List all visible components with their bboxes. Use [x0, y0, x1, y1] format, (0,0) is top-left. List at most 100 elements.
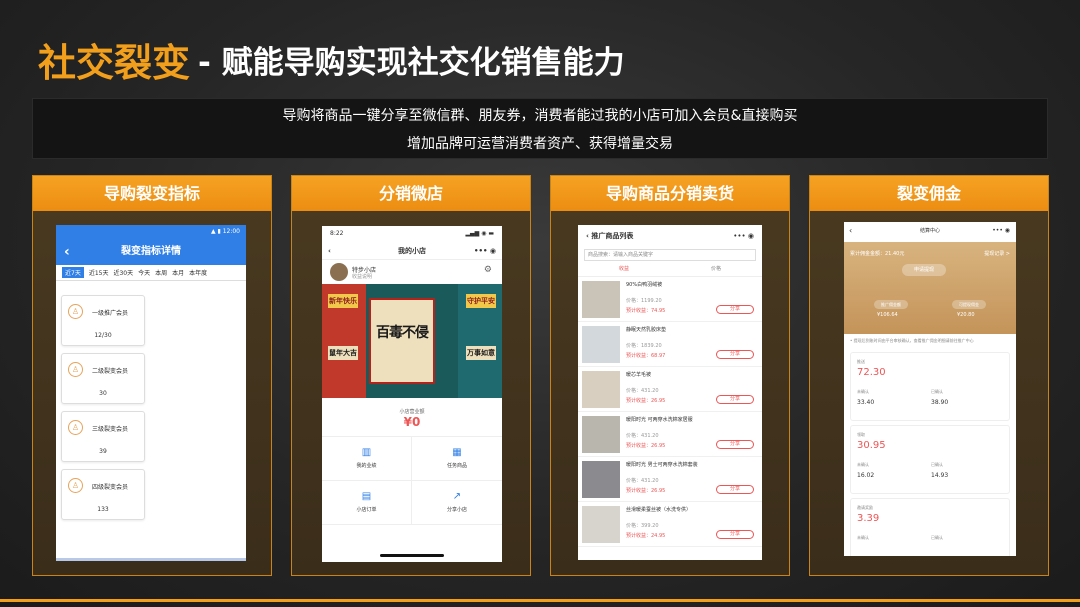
card-caption: 领取 — [857, 432, 865, 437]
metric-card[interactable]: ♙ 二级裂变会员 30 — [61, 353, 145, 404]
tab-earnings[interactable]: 收益 — [578, 261, 670, 276]
product-price: 价格：431.20 — [626, 388, 659, 394]
list-item[interactable]: 90%白鸭羽绒被 价格：1199.20 预计收益：74.95 分享 — [578, 277, 762, 322]
slide-title: 社交裂变 - 赋能导购实现社交化销售能力 — [38, 34, 625, 85]
product-image — [582, 281, 620, 318]
menu-share-shop[interactable]: ↗ 分享小店 — [412, 481, 502, 525]
tab-price[interactable]: 价格 — [670, 261, 762, 276]
page-header: ‹ 结算中心 ••• ◉ — [844, 222, 1016, 242]
panel-header: 分销微店 — [292, 176, 530, 211]
balance-label: 小店营业额 — [399, 409, 425, 415]
menu-task-goods[interactable]: ▦ 任务商品 — [412, 437, 502, 481]
metric-label: 四级裂变会员 — [92, 484, 129, 491]
metric-label: 一级推广会员 — [92, 310, 129, 317]
page-title: 推广商品列表 — [591, 232, 634, 240]
back-icon[interactable]: ‹ — [64, 239, 70, 265]
list-item[interactable]: 暖阳时光 可两穿水洗棉家居服 价格：431.20 预计收益：26.95 分享 — [578, 412, 762, 457]
search-input[interactable]: 商品搜索：请输入商品关键字 — [584, 249, 756, 261]
card-col2-value: 38.90 — [931, 399, 949, 406]
goods-icon: ▦ — [452, 447, 462, 458]
back-icon[interactable]: ‹ — [849, 222, 852, 240]
tab-week[interactable]: 本周 — [155, 268, 167, 277]
withdrawable-pill: 可提现佣金 — [952, 300, 986, 309]
metric-card[interactable]: ♙ 四级裂变会员 133 — [61, 469, 145, 520]
card-col1-label: 未确认 — [857, 462, 869, 467]
tab-15days[interactable]: 近15天 — [89, 268, 109, 277]
card-amount: 30.95 — [857, 440, 886, 451]
description-line1: 导购将商品一键分享至微信群、朋友券，消费者能过我的小店可加入会员&直接购买 — [282, 108, 798, 124]
list-item[interactable]: 暖芯羊毛被 价格：431.20 预计收益：26.95 分享 — [578, 367, 762, 412]
metric-value: 133 — [97, 506, 109, 513]
user-icon: ♙ — [68, 304, 83, 319]
gear-icon[interactable]: ⚙ — [484, 265, 492, 275]
share-button[interactable]: 分享 — [716, 395, 754, 404]
banner-tag: 万事如意 — [466, 346, 496, 360]
product-name: 暖芯羊毛被 — [626, 372, 652, 378]
share-button[interactable]: 分享 — [716, 305, 754, 314]
tab-year[interactable]: 本年度 — [189, 268, 207, 277]
menu-shop-orders[interactable]: ▤ 小店订单 — [322, 481, 412, 525]
menu-my-performance[interactable]: ▥ 我的业绩 — [322, 437, 412, 481]
tab-7days[interactable]: 近7天 — [62, 267, 84, 278]
user-icon: ♙ — [68, 478, 83, 493]
sort-tabs: 收益 价格 — [578, 261, 762, 277]
promo-banner[interactable]: 新年快乐 鼠年大吉 守护平安 万事如意 百毒不侵 — [322, 284, 502, 398]
menu-label: 任务商品 — [446, 463, 467, 469]
metric-value: 12/30 — [94, 332, 112, 339]
share-button[interactable]: 分享 — [716, 485, 754, 494]
more-icon[interactable]: ••• ◉ — [992, 222, 1010, 240]
user-icon: ♙ — [68, 362, 83, 377]
list-item[interactable]: 静眠天然乳胶床垫 价格：1839.20 预计收益：68.97 分享 — [578, 322, 762, 367]
product-name: 暖阳时光 可两穿水洗棉家居服 — [626, 417, 693, 423]
card-col1-label: 未确认 — [857, 389, 869, 394]
share-button[interactable]: 分享 — [716, 530, 754, 539]
title-rest: - 赋能导购实现社交化销售能力 — [198, 44, 625, 81]
list-item[interactable]: 丝滑暖柔蚕丝被（水洗专供） 价格：399.20 预计收益：24.95 分享 — [578, 502, 762, 547]
tab-30days[interactable]: 近30天 — [113, 268, 133, 277]
banner-tag: 守护平安 — [466, 294, 496, 308]
metric-label: 三级裂变会员 — [92, 426, 129, 433]
back-icon[interactable]: ‹ — [328, 242, 331, 260]
withdraw-button[interactable]: 申请提现 — [902, 264, 946, 276]
shop-menu-grid: ▥ 我的业绩 ▦ 任务商品 ▤ 小店订单 ↗ 分享小店 — [322, 436, 502, 525]
panel-fission-metrics: 导购裂变指标 ▲ ▮ 12:00 ‹ 裂变指标详情 近7天 近15天 近30天 … — [32, 175, 272, 576]
card-col2-label: 已确认 — [931, 389, 943, 394]
promo-commission-pill: 推广佣金额 — [874, 300, 908, 309]
metric-card[interactable]: ♙ 一级推广会员 12/30 — [61, 295, 145, 346]
product-price: 价格：1839.20 — [626, 343, 662, 349]
share-icon: ↗ — [452, 491, 462, 502]
commission-summary: 累计佣金金额：21.40元 提现记录 > 申请提现 推广佣金额 可提现佣金 ¥1… — [844, 242, 1016, 334]
card-col2-value: 14.93 — [931, 472, 949, 479]
panel-header: 导购商品分销卖货 — [551, 176, 789, 211]
description-box: 导购将商品一键分享至微信群、朋友券，消费者能过我的小店可加入会员&直接购买 增加… — [32, 98, 1048, 159]
scroll-indicator — [56, 558, 246, 561]
commission-card[interactable]: 邀请奖励 3.39 未确认 已确认 — [850, 498, 1010, 556]
metric-card[interactable]: ♙ 三级裂变会员 39 — [61, 411, 145, 462]
page-title: 裂变指标详情 — [121, 246, 181, 257]
phone-screen-commission: ‹ 结算中心 ••• ◉ 累计佣金金额：21.40元 提现记录 > 申请提现 推… — [844, 222, 1016, 556]
product-list: 90%白鸭羽绒被 价格：1199.20 预计收益：74.95 分享 静眠天然乳胶… — [578, 277, 762, 547]
commission-card[interactable]: 推送 72.30 未确认 已确认 33.40 38.90 — [850, 352, 1010, 421]
tab-today[interactable]: 今天 — [138, 268, 150, 277]
commission-card[interactable]: 领取 30.95 未确认 已确认 16.02 14.93 — [850, 425, 1010, 494]
page-title: 我的小店 — [398, 247, 426, 255]
banner-tag: 鼠年大吉 — [328, 346, 358, 360]
share-button[interactable]: 分享 — [716, 350, 754, 359]
panel-header: 裂变佣金 — [810, 176, 1048, 211]
phone-screen-metrics: ▲ ▮ 12:00 ‹ 裂变指标详情 近7天 近15天 近30天 今天 本周 本… — [56, 225, 246, 561]
product-image — [582, 326, 620, 363]
withdraw-note: • 提现后到账时间由平台审核确认，查看推广佣金明细请前往推广中心 — [850, 338, 974, 343]
tab-month[interactable]: 本月 — [172, 268, 184, 277]
list-item[interactable]: 暖阳时光 男士可两穿水洗棉套装 价格：431.20 预计收益：26.95 分享 — [578, 457, 762, 502]
card-col1-value: 16.02 — [857, 472, 875, 479]
bottom-accent-line — [0, 599, 1080, 602]
status-time: 8:22 — [330, 230, 344, 237]
product-earnings: 预计收益：26.95 — [626, 488, 666, 494]
more-icon[interactable]: ••• ◉ — [733, 225, 754, 247]
share-button[interactable]: 分享 — [716, 440, 754, 449]
product-earnings: 预计收益：68.97 — [626, 353, 666, 359]
page-header: ‹ 推广商品列表 ••• ◉ — [578, 225, 762, 247]
menu-label: 小店订单 — [356, 507, 377, 513]
more-icon[interactable]: ••• ◉ — [474, 242, 496, 260]
withdraw-records-link[interactable]: 提现记录 > — [984, 250, 1010, 257]
